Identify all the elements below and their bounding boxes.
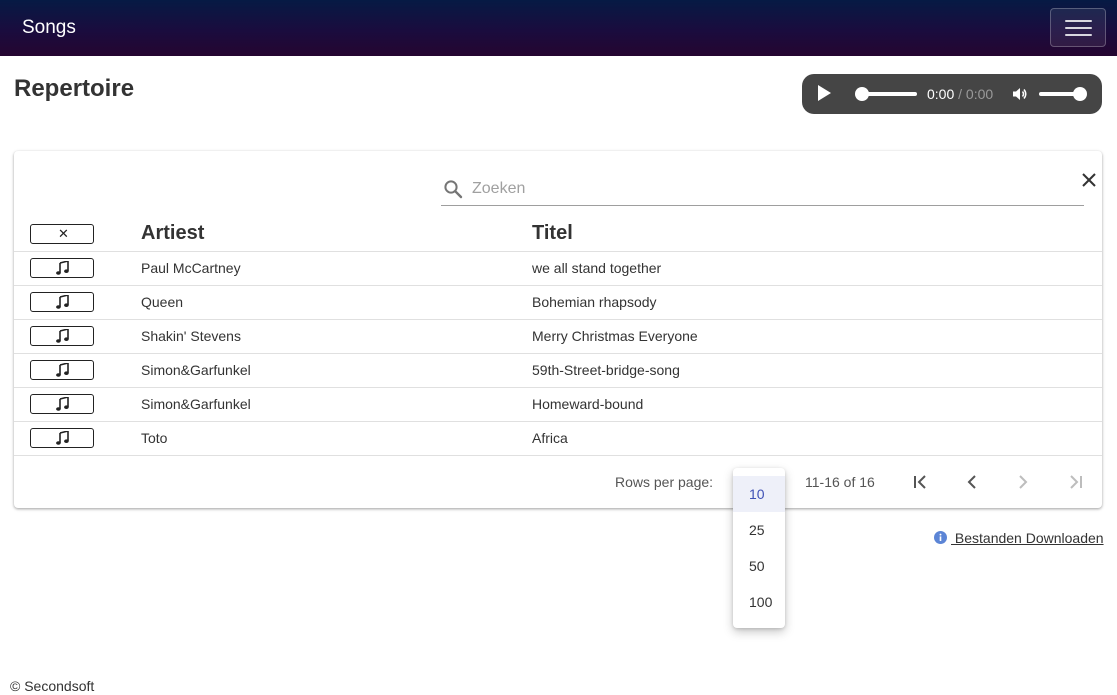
cell-title: Bohemian rhapsody <box>532 294 657 310</box>
play-song-button[interactable] <box>30 360 94 380</box>
table-row[interactable]: Simon&Garfunkel Homeward-bound <box>14 387 1102 421</box>
rows-per-page-option[interactable]: 50 <box>733 548 785 584</box>
search-input[interactable] <box>472 176 1072 202</box>
table-row[interactable]: Queen Bohemian rhapsody <box>14 285 1102 319</box>
rows-per-page-option[interactable]: 100 <box>733 584 785 620</box>
volume-slider[interactable] <box>1039 87 1087 101</box>
play-icon[interactable] <box>818 85 831 101</box>
page-title: Repertoire <box>14 75 135 102</box>
cell-title: Merry Christmas Everyone <box>532 328 698 344</box>
audio-player: 0:00 / 0:00 <box>802 74 1102 114</box>
table-body: Paul McCartney we all stand together Queen… <box>14 251 1102 455</box>
volume-icon[interactable] <box>1012 86 1028 102</box>
cell-title: 59th-Street-bridge-song <box>532 362 680 378</box>
songs-card: ✕ Artiest Titel Paul McCartney we all sta… <box>14 151 1102 508</box>
play-song-button[interactable] <box>30 428 94 448</box>
search-icon <box>444 180 463 199</box>
cell-title: we all stand together <box>532 260 662 276</box>
navbar-brand[interactable]: Songs <box>22 17 76 39</box>
time-separator: / <box>958 86 963 102</box>
table-row[interactable]: Simon&Garfunkel 59th-Street-bridge-song <box>14 353 1102 387</box>
music-note-icon <box>56 363 69 377</box>
download-files-label: Bestanden Downloaden <box>951 530 1104 546</box>
next-page-icon[interactable] <box>1011 470 1035 494</box>
duration: 0:00 <box>965 86 994 102</box>
music-note-icon <box>56 261 69 275</box>
music-note-icon <box>56 329 69 343</box>
cell-artist: Queen <box>141 294 184 310</box>
download-files-link[interactable]: Bestanden Downloaden <box>934 530 1104 546</box>
cell-title: Africa <box>532 430 568 446</box>
first-page-icon[interactable] <box>909 470 933 494</box>
cell-artist: Simon&Garfunkel <box>141 362 251 378</box>
navbar: Songs <box>0 0 1117 56</box>
play-song-button[interactable] <box>30 326 94 346</box>
music-note-icon <box>56 295 69 309</box>
info-icon <box>934 531 947 544</box>
last-page-icon[interactable] <box>1063 470 1087 494</box>
hamburger-icon <box>1065 20 1092 22</box>
close-icon[interactable] <box>1081 172 1097 188</box>
table-row[interactable]: Shakin' Stevens Merry Christmas Everyone <box>14 319 1102 353</box>
time-display: 0:00 / 0:00 <box>927 86 993 102</box>
close-icon: ✕ <box>58 225 69 241</box>
music-note-icon <box>56 397 69 411</box>
rows-per-page-label: Rows per page: <box>615 474 714 490</box>
menu-toggle-button[interactable] <box>1050 8 1106 47</box>
search-field <box>441 175 1084 206</box>
rows-per-page-option[interactable]: 10 <box>733 476 785 512</box>
rows-per-page-menu: 10 25 50 100 <box>733 468 785 628</box>
column-header-artist[interactable]: Artiest <box>141 217 532 251</box>
table-row[interactable]: Paul McCartney we all stand together <box>14 251 1102 285</box>
music-note-icon <box>56 431 69 445</box>
table-header-row: ✕ Artiest Titel <box>14 217 1102 251</box>
cell-artist: Toto <box>141 430 168 446</box>
cell-artist: Simon&Garfunkel <box>141 396 251 412</box>
play-song-button[interactable] <box>30 394 94 414</box>
table-row[interactable]: Toto Africa <box>14 421 1102 455</box>
play-song-button[interactable] <box>30 292 94 312</box>
table-pagination: Rows per page: 11-16 of 16 <box>14 457 1102 507</box>
seek-slider[interactable] <box>855 87 917 101</box>
seek-handle[interactable] <box>855 87 869 101</box>
cell-title: Homeward-bound <box>532 396 644 412</box>
previous-page-icon[interactable] <box>960 470 984 494</box>
play-song-button[interactable] <box>30 258 94 278</box>
cell-artist: Paul McCartney <box>141 260 241 276</box>
volume-handle[interactable] <box>1073 87 1087 101</box>
cell-artist: Shakin' Stevens <box>141 328 241 344</box>
songs-table: ✕ Artiest Titel Paul McCartney we all sta… <box>14 217 1102 456</box>
column-header-title[interactable]: Titel <box>532 217 1102 251</box>
copyright: © Secondsoft <box>10 678 95 694</box>
current-time: 0:00 <box>927 86 955 102</box>
clear-filter-button[interactable]: ✕ <box>30 223 94 244</box>
page-range: 11-16 of 16 <box>805 474 875 490</box>
rows-per-page-option[interactable]: 25 <box>733 512 785 548</box>
